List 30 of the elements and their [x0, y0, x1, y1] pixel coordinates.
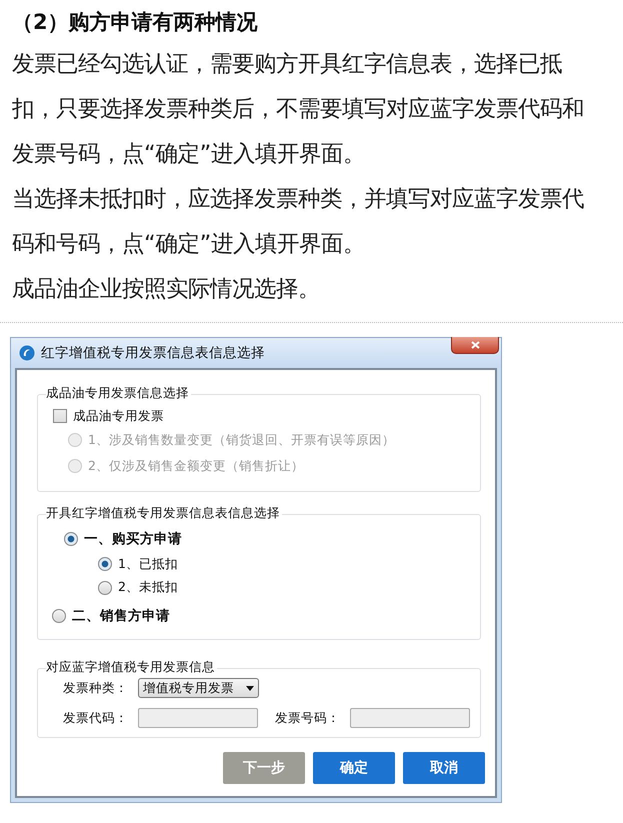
radio-label: 2、未抵扣 — [118, 579, 178, 596]
radio-button[interactable] — [64, 532, 78, 546]
close-button[interactable] — [451, 337, 499, 354]
radio-button[interactable] — [98, 580, 112, 595]
dialog-button[interactable]: 确定 — [313, 752, 395, 784]
paragraph: 当选择未抵扣时，应选择发票种类，并填写对应蓝字发票代码和号码，点“确定”进入填开界面。 — [11, 185, 585, 259]
checkbox[interactable] — [53, 409, 67, 423]
group-legend: 开具红字增值税专用发票信息表信息选择 — [46, 505, 282, 522]
group-legend: 成品油专用发票信息选择 — [46, 385, 191, 402]
checkbox-label: 成品油专用发票 — [73, 408, 164, 424]
paragraph: 发票已经勾选认证，需要购方开具红字信息表，选择已抵扣，只要选择发票种类后，不需要填写对应蓝字发票代码和发票号码，点“确定”进入填开界面。 — [11, 50, 585, 169]
caret-icon — [246, 686, 254, 690]
field-label: 发票号码： — [275, 710, 341, 726]
radio-button[interactable] — [52, 609, 66, 624]
radio-button[interactable] — [98, 557, 112, 572]
radio-label: 1、已抵扣 — [118, 556, 178, 573]
field-label: 发票代码： — [63, 710, 129, 726]
section-heading: （2）购方申请有两种情况 — [11, 9, 259, 36]
radio-label: 一、购买方申请 — [84, 530, 182, 548]
dialog-button[interactable]: 取消 — [403, 752, 485, 784]
radio-label: 2、仅涉及销售金额变更（销售折让） — [88, 458, 304, 474]
field-label: 发票种类： — [63, 680, 129, 696]
radio-label: 二、销售方申请 — [72, 607, 170, 626]
paragraph: 成品油企业按照实际情况选择。 — [11, 275, 321, 304]
app-logo-icon — [19, 345, 35, 361]
window-title: 红字增值税专用发票信息表信息选择 — [41, 344, 265, 362]
invoice-type-dropdown[interactable]: 增值税专用发票 — [138, 678, 259, 698]
radio-label: 1、涉及销售数量变更（销货退回、开票有误等原因） — [88, 432, 395, 448]
close-icon — [470, 341, 480, 349]
group-legend: 对应蓝字增值税专用发票信息 — [46, 659, 217, 676]
